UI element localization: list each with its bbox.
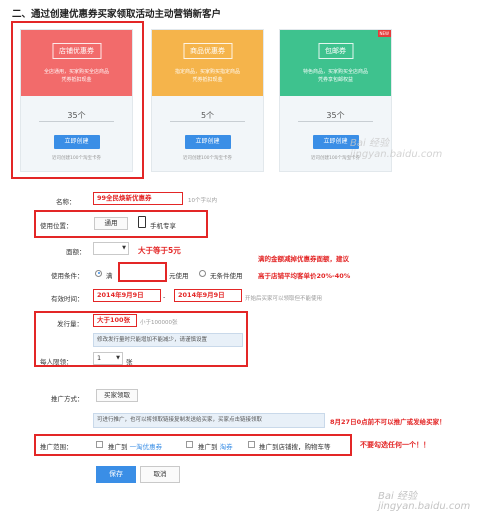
- card-type-label: 包邮券: [318, 43, 353, 59]
- scope-1-link[interactable]: 一淘优惠券: [130, 443, 163, 451]
- promo-tip: 可进行推广，也可以将领取链接复制发送给买家，买家点击链接领取: [93, 413, 325, 428]
- scope-2-text: 推广到 淘券: [198, 443, 233, 451]
- scope-3-checkbox[interactable]: [248, 440, 255, 448]
- page-title: 二、通过创建优惠券买家领取活动主动营销新客户: [12, 9, 222, 20]
- condition-amount-input[interactable]: [118, 262, 167, 282]
- position-mobile-option[interactable]: 手机专享: [150, 220, 176, 230]
- condition-none-radio[interactable]: [199, 269, 206, 277]
- issue-hint: 小于100000张: [140, 320, 178, 326]
- limit-select[interactable]: 1 ▼: [93, 352, 123, 365]
- name-label: 名称：: [56, 198, 76, 206]
- name-input[interactable]: 99全民焕新优惠券: [93, 192, 183, 205]
- card-description: 特色商品，买家购买全店商品 凭券享包邮权益: [302, 69, 368, 83]
- condition-unit: 元使用: [169, 272, 189, 280]
- condition-full-radio[interactable]: [95, 269, 102, 277]
- scope-note: 不要勾选任何一个！！: [360, 441, 430, 449]
- name-hint: 10个字以内: [188, 198, 217, 204]
- condition-none-label: 无条件使用: [210, 272, 243, 280]
- time-hint: 开始后买家可以领取但不能使用: [245, 296, 323, 302]
- watermark-logo: Bai 经验 jingyan.baidu.com: [350, 138, 443, 160]
- new-badge: NEW: [377, 30, 391, 37]
- limit-unit: 张: [126, 358, 133, 366]
- cancel-button[interactable]: 取消: [140, 466, 180, 483]
- checkbox-icon: [96, 440, 103, 448]
- denomination-label: 面额：: [66, 248, 86, 256]
- create-product-coupon-button[interactable]: 立即创建: [184, 135, 231, 149]
- card-description: 指定商品，买家购买指定商品 凭券抵扣现金: [174, 69, 240, 83]
- limit-value: 1: [97, 354, 102, 362]
- condition-label: 使用条件：: [51, 272, 84, 280]
- divider: [170, 121, 245, 122]
- scope-3-text: 推广到店铺搜，购物车等: [259, 443, 331, 451]
- card-header: [280, 30, 391, 96]
- checkbox-icon: [186, 440, 193, 448]
- condition-note-line2: 高于店铺平均客单价20%-40%: [258, 272, 351, 280]
- card-count: 5个: [200, 111, 215, 120]
- chevron-down-icon: ▼: [122, 245, 126, 251]
- highlight-box-shop-coupon: [11, 21, 144, 179]
- scope-1-checkbox[interactable]: [96, 440, 103, 448]
- card-count: 35个: [326, 111, 345, 120]
- mobile-phone-icon: [138, 216, 146, 228]
- checkbox-icon: [248, 440, 255, 448]
- scope-label: 推广范围：: [40, 443, 73, 451]
- date-separator: -: [163, 293, 166, 301]
- product-coupon-card: 商品优惠券 指定商品，买家购买指定商品 凭券抵扣现金 5个 立即创建 近司创建1…: [151, 29, 264, 172]
- card-header: [152, 30, 263, 96]
- buyer-claim-button[interactable]: 买家领取: [96, 389, 138, 402]
- start-date-input[interactable]: 2014年9月9日: [93, 289, 161, 302]
- denomination-note: 大于等于5元: [138, 246, 181, 255]
- time-label: 有效时间：: [51, 295, 84, 303]
- radio-selected-icon: [95, 269, 102, 277]
- issue-label: 发行量：: [57, 320, 83, 328]
- condition-full-label: 满: [106, 272, 113, 280]
- issue-tip: 修改发行量时只能增加不能减少，请谨慎设置: [93, 333, 243, 347]
- radio-icon: [199, 269, 206, 277]
- card-type-label: 商品优惠券: [183, 43, 232, 59]
- limit-label: 每人限领：: [40, 358, 73, 366]
- save-button[interactable]: 保存: [96, 466, 136, 483]
- scope-1-text: 推广到 一淘优惠券: [108, 443, 163, 451]
- end-date-input[interactable]: 2014年9月9日: [174, 289, 242, 302]
- promo-label: 推广方式：: [51, 395, 84, 403]
- promo-note: 8月27日0点前不可以推广或发给买家！: [330, 418, 446, 426]
- watermark-logo-bottom: Bai 经验 jingyan.baidu.com: [378, 491, 471, 512]
- condition-note-line1: 满的金额减掉优惠券面额，建议: [258, 255, 349, 263]
- issue-input[interactable]: 大于100张: [93, 314, 137, 327]
- scope-2-link[interactable]: 淘券: [220, 443, 233, 451]
- divider: [298, 121, 373, 122]
- chevron-down-icon: ▼: [116, 355, 120, 361]
- denomination-select[interactable]: ▼: [93, 242, 129, 255]
- position-general-button[interactable]: 通用: [94, 217, 128, 230]
- scope-2-checkbox[interactable]: [186, 440, 193, 448]
- card-footnote: 近司创建100个淘宝卡券: [182, 156, 233, 161]
- position-label: 使用位置：: [40, 222, 73, 230]
